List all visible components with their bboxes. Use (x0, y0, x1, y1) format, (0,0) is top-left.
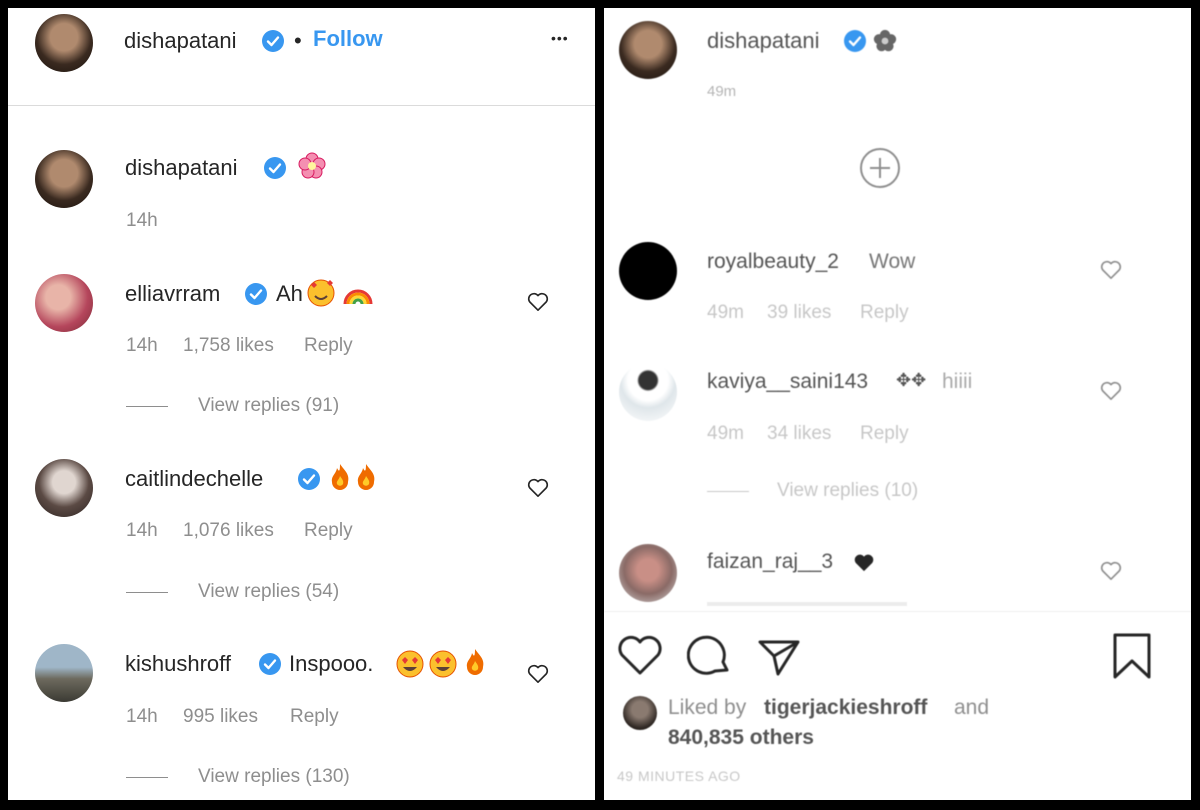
verified-icon (844, 30, 866, 52)
comment-likes[interactable]: 1,758 likes (183, 335, 274, 357)
comment-text: Inspooo. (289, 651, 374, 676)
reply-button[interactable]: Reply (860, 302, 909, 324)
actions-divider (604, 611, 1191, 612)
comment-bubble-icon[interactable] (687, 634, 733, 678)
comment-username[interactable]: faizan_raj__3 (707, 550, 833, 574)
blurred-content: dishapatani 49m royalbeauty_2 Wow 49m 39… (604, 8, 1191, 800)
header-username[interactable]: dishapatani (707, 28, 820, 54)
follow-button[interactable]: Follow (313, 26, 383, 52)
save-bookmark-icon[interactable] (1110, 632, 1154, 680)
reply-button[interactable]: Reply (304, 335, 353, 357)
comment-time: 14h (126, 520, 158, 541)
fire-emoji-icon (466, 649, 484, 675)
avatar[interactable] (619, 363, 677, 421)
heart-eyes-emoji-icon (396, 650, 424, 678)
avatar[interactable] (619, 242, 677, 300)
verified-icon (264, 157, 286, 179)
avatar[interactable] (35, 459, 93, 517)
separator-dot: • (294, 28, 302, 53)
view-replies-button[interactable]: View replies (10) (777, 480, 918, 502)
comment-time: 49m (707, 302, 744, 323)
liked-by-others[interactable]: 840,835 others (668, 726, 814, 750)
posted-time: 49 MINUTES AGO (617, 768, 741, 784)
avatar[interactable] (35, 150, 93, 208)
avatar[interactable] (35, 274, 93, 332)
avatar[interactable] (35, 14, 93, 72)
comment-username[interactable]: caitlindechelle (125, 466, 263, 492)
header-divider (8, 105, 595, 106)
heart-eyes-emoji-icon (429, 650, 457, 678)
reply-button[interactable]: Reply (290, 706, 339, 728)
replies-line (126, 592, 168, 593)
comments-panel-right: dishapatani 49m royalbeauty_2 Wow 49m 39… (604, 8, 1191, 800)
black-heart-emoji-icon (854, 554, 874, 572)
more-options-icon[interactable]: ••• (551, 30, 569, 46)
liked-by-and: and (954, 696, 990, 719)
verified-icon (262, 30, 284, 52)
view-replies-button[interactable]: View replies (91) (198, 395, 339, 417)
replies-line (126, 406, 168, 407)
verified-icon (259, 653, 281, 675)
comment-time: 49m (707, 423, 744, 444)
share-paper-plane-icon[interactable] (756, 636, 802, 678)
load-more-comments-icon[interactable] (858, 146, 902, 190)
caption-username[interactable]: dishapatani (125, 155, 238, 181)
comment-text: Wow (869, 250, 916, 273)
like-post-heart-icon[interactable] (617, 635, 663, 677)
avatar[interactable] (619, 21, 677, 79)
replies-line (126, 777, 168, 778)
view-replies-button[interactable]: View replies (54) (198, 581, 339, 603)
liked-by-user[interactable]: tigerjackieshroff (764, 696, 927, 720)
verified-icon (245, 283, 267, 305)
like-heart-icon[interactable] (527, 292, 549, 312)
comment-text: Ah (276, 281, 303, 306)
faded-row (707, 602, 907, 606)
comment-likes[interactable]: 39 likes (767, 302, 831, 324)
comment-username[interactable]: elliavrram (125, 281, 220, 307)
replies-line (707, 491, 749, 492)
comment-time: 14h (126, 335, 158, 356)
fire-emoji-icon (357, 464, 375, 490)
comment-sparkle-icons: ✥✥ (896, 370, 927, 390)
header-time: 49m (707, 83, 737, 100)
liked-by-prefix: Liked by (668, 696, 747, 719)
comment-likes[interactable]: 995 likes (183, 706, 258, 728)
fire-emoji-icon (331, 464, 349, 490)
reply-button[interactable]: Reply (860, 423, 909, 445)
verified-icon (298, 468, 320, 490)
like-heart-icon[interactable] (1100, 561, 1122, 581)
avatar[interactable] (623, 696, 657, 730)
comment-likes[interactable]: 1,076 likes (183, 520, 274, 542)
comment-username[interactable]: royalbeauty_2 (707, 250, 839, 274)
view-replies-button[interactable]: View replies (130) (198, 766, 350, 788)
rainbow-emoji-icon (343, 289, 373, 305)
flower-emoji-icon (873, 29, 897, 52)
comment-likes[interactable]: 34 likes (767, 423, 831, 445)
comments-panel-left: dishapatani • Follow ••• dishapatani 14h… (8, 8, 595, 800)
like-heart-icon[interactable] (527, 478, 549, 498)
reply-button[interactable]: Reply (304, 520, 353, 542)
comment-text: hiiii (942, 370, 973, 393)
like-heart-icon[interactable] (1100, 260, 1122, 280)
avatar[interactable] (35, 644, 93, 702)
comment-username[interactable]: kaviya__saini143 (707, 370, 868, 394)
smiling-face-hearts-emoji-icon (307, 279, 335, 307)
like-heart-icon[interactable] (1100, 381, 1122, 401)
flower-emoji-icon (298, 152, 326, 179)
header-username[interactable]: dishapatani (124, 28, 237, 54)
avatar[interactable] (619, 544, 677, 602)
like-heart-icon[interactable] (527, 664, 549, 684)
comment-time: 14h (126, 706, 158, 727)
comment-username[interactable]: kishushroff (125, 651, 231, 677)
caption-time: 14h (126, 210, 158, 231)
